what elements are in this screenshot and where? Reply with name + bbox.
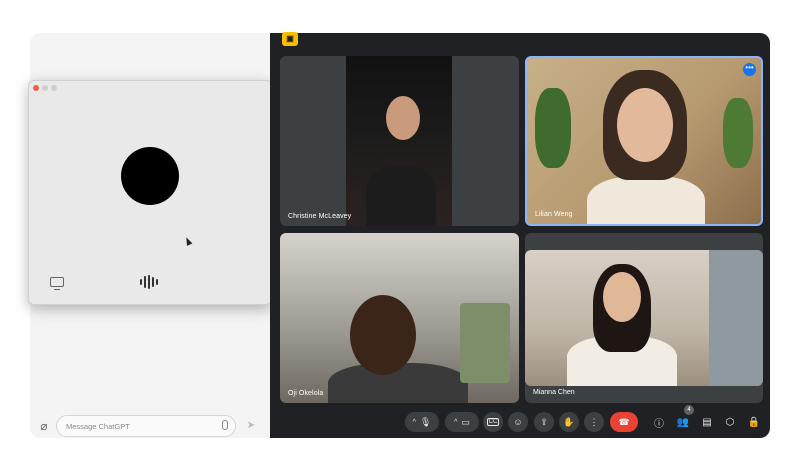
mouse-cursor-icon [183, 236, 193, 246]
plant [535, 88, 571, 168]
present-button[interactable]: ⇪ [534, 412, 554, 432]
plant [723, 98, 753, 168]
emoji-button[interactable]: ☺ [508, 412, 528, 432]
info-icon[interactable]: ⓘ [651, 414, 667, 430]
send-icon[interactable]: ➤ [244, 419, 258, 433]
camera-toggle[interactable]: ^ ▭ [445, 412, 479, 432]
participant-face [386, 96, 420, 140]
camera-icon: ▭ [461, 416, 470, 427]
voice-mode-window [28, 80, 272, 305]
more-options-icon[interactable]: ••• [743, 63, 756, 76]
participant-body [587, 176, 705, 224]
participant-name: Lilian Weng [535, 211, 573, 218]
participant-count-badge: 4 [684, 405, 694, 415]
participant-video [346, 56, 452, 226]
participant-body [366, 166, 436, 226]
participant-tile-active[interactable]: ••• Lilian Weng [525, 56, 763, 226]
voice-orb [121, 147, 179, 205]
chevron-up-icon[interactable]: ^ [413, 419, 416, 426]
present-screen-icon: ⇪ [540, 416, 548, 427]
chat-icon[interactable]: ▤ [699, 414, 715, 430]
close-window-button[interactable] [33, 85, 39, 91]
screen: ⌀ ➤ ▣ Christine McLeavey [0, 0, 800, 452]
window [709, 250, 763, 386]
people-icon[interactable]: 👥 [675, 414, 691, 430]
voice-waveform-icon[interactable] [140, 275, 160, 289]
mic-toggle[interactable]: ^ 🎙 [405, 412, 439, 432]
screen-icon[interactable] [50, 277, 64, 290]
more-vert-icon: ⋮ [589, 416, 599, 427]
captions-icon: CC [486, 418, 500, 426]
phone-hangup-icon: ☎ [618, 416, 630, 427]
microphone-icon[interactable] [222, 420, 228, 430]
activities-icon[interactable]: ⬡ [722, 414, 738, 430]
more-options-button[interactable]: ⋮ [584, 412, 604, 432]
participant-tile[interactable] [525, 250, 763, 386]
participant-face [350, 295, 416, 375]
zoom-window-button[interactable] [51, 85, 57, 91]
message-input[interactable] [66, 419, 216, 434]
emoji-icon: ☺ [513, 417, 523, 427]
chevron-up-icon[interactable]: ^ [454, 419, 457, 426]
host-controls-icon[interactable]: 🔒 [746, 414, 762, 430]
participant-tile[interactable]: Christine McLeavey [280, 56, 519, 226]
participant-face [617, 88, 673, 162]
participant-name: Oji Okelola [288, 390, 324, 397]
end-call-button[interactable]: ☎ [610, 412, 638, 432]
participant-face [603, 272, 641, 322]
minimize-window-button[interactable] [42, 85, 48, 91]
raise-hand-button[interactable]: ✋ [559, 412, 579, 432]
message-composer: ⌀ ➤ [34, 413, 264, 439]
microphone-icon: 🎙 [419, 416, 432, 427]
participant-name: Christine McLeavey [288, 213, 352, 220]
message-box[interactable] [56, 415, 236, 437]
window [460, 303, 510, 383]
participant-tile[interactable]: Oji Okelola [280, 233, 519, 403]
paperclip-icon[interactable]: ⌀ [37, 419, 51, 433]
meet-badge-icon: ▣ [282, 32, 298, 46]
hand-icon: ✋ [563, 416, 575, 427]
participant-name: Mianna Chen [533, 389, 575, 396]
captions-button[interactable]: CC [483, 412, 503, 432]
